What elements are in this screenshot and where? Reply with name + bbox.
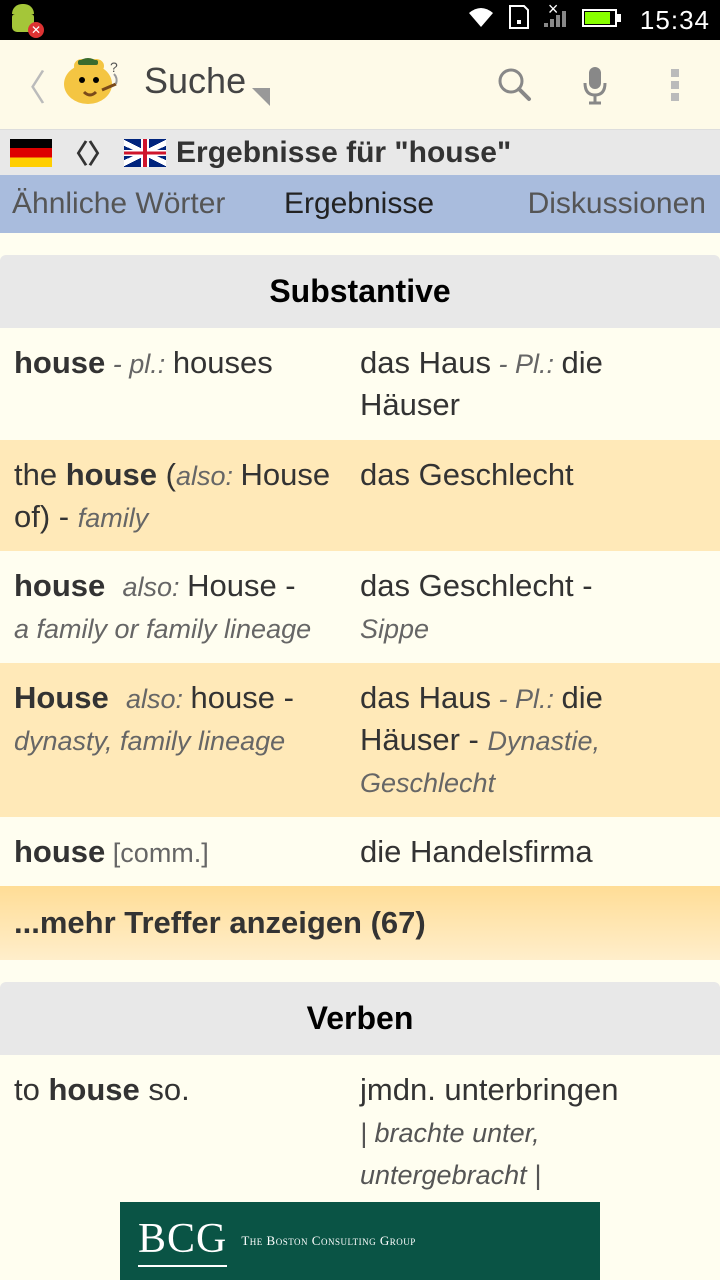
show-more-label: ...mehr Treffer anzeigen (67) [14, 902, 706, 944]
sdcard-icon [508, 4, 530, 37]
android-notification-icon: ✕ [8, 4, 38, 34]
result-row[interactable]: house [comm.] die Handelsfirma [0, 817, 720, 887]
flag-de-icon [10, 139, 52, 167]
svg-text:?: ? [110, 59, 118, 75]
cell-de: die Handelsfirma [360, 831, 706, 873]
tab-results[interactable]: Ergebnisse [241, 177, 476, 231]
cell-en: house also: House -a family or family li… [14, 565, 360, 649]
search-label: Suche [144, 60, 246, 102]
cell-en: house [comm.] [14, 831, 360, 873]
battery-icon [582, 5, 622, 36]
cell-de: das Haus - Pl.: die Häuser - Dynastie, G… [360, 677, 706, 803]
result-row[interactable]: house - pl.: houses das Haus - Pl.: die … [0, 328, 720, 440]
flag-uk-icon [124, 139, 166, 167]
results-header-text: Ergebnisse für "house" [176, 136, 511, 170]
cell-de: das Geschlecht [360, 454, 706, 538]
section-verbs: Verben [0, 982, 720, 1055]
tab-discussions[interactable]: Diskussionen [477, 177, 720, 231]
cell-en: the house (also: House of) - family [14, 454, 360, 538]
swap-icon: 〈〉 [62, 134, 114, 171]
back-icon[interactable]: 〈 [10, 59, 46, 111]
no-signal-icon: × [542, 5, 570, 36]
app-logo-icon[interactable]: ? [60, 54, 122, 115]
cell-en: to house so. [14, 1069, 360, 1195]
ad-logo: BCG [138, 1215, 227, 1267]
status-bar: ✕ × 15:34 [0, 0, 720, 40]
ad-banner[interactable]: BCG The Boston Consulting Group [0, 1198, 720, 1280]
cell-de: jmdn. unterbringen| brachte unter, unter… [360, 1069, 706, 1195]
cell-de: das Geschlecht -Sippe [360, 565, 706, 649]
cell-de: das Haus - Pl.: die Häuser [360, 342, 706, 426]
result-row[interactable]: to house so. jmdn. unterbringen| brachte… [0, 1055, 720, 1209]
tabs: Ähnliche Wörter Ergebnisse Diskussionen [0, 175, 720, 233]
section-nouns: Substantive [0, 255, 720, 328]
search-dropdown[interactable]: Suche [132, 60, 270, 110]
show-more-button[interactable]: ...mehr Treffer anzeigen (67) [0, 886, 720, 960]
wifi-icon [466, 5, 496, 36]
result-row[interactable]: House also: house -dynasty, family linea… [0, 663, 720, 817]
ad-tagline: The Boston Consulting Group [241, 1233, 415, 1249]
microphone-icon[interactable] [560, 63, 630, 107]
status-clock: 15:34 [640, 5, 710, 36]
app-bar: 〈 ? Suche [0, 40, 720, 130]
tab-similar-words[interactable]: Ähnliche Wörter [0, 177, 241, 231]
result-row[interactable]: the house (also: House of) - family das … [0, 440, 720, 552]
results-header: 〈〉 Ergebnisse für "house" [0, 130, 720, 175]
search-icon[interactable] [480, 65, 550, 105]
cell-en: house - pl.: houses [14, 342, 360, 426]
cell-en: House also: house -dynasty, family linea… [14, 677, 360, 803]
dropdown-triangle-icon [252, 88, 270, 106]
result-row[interactable]: house also: House -a family or family li… [0, 551, 720, 663]
overflow-menu-icon[interactable] [640, 63, 710, 107]
